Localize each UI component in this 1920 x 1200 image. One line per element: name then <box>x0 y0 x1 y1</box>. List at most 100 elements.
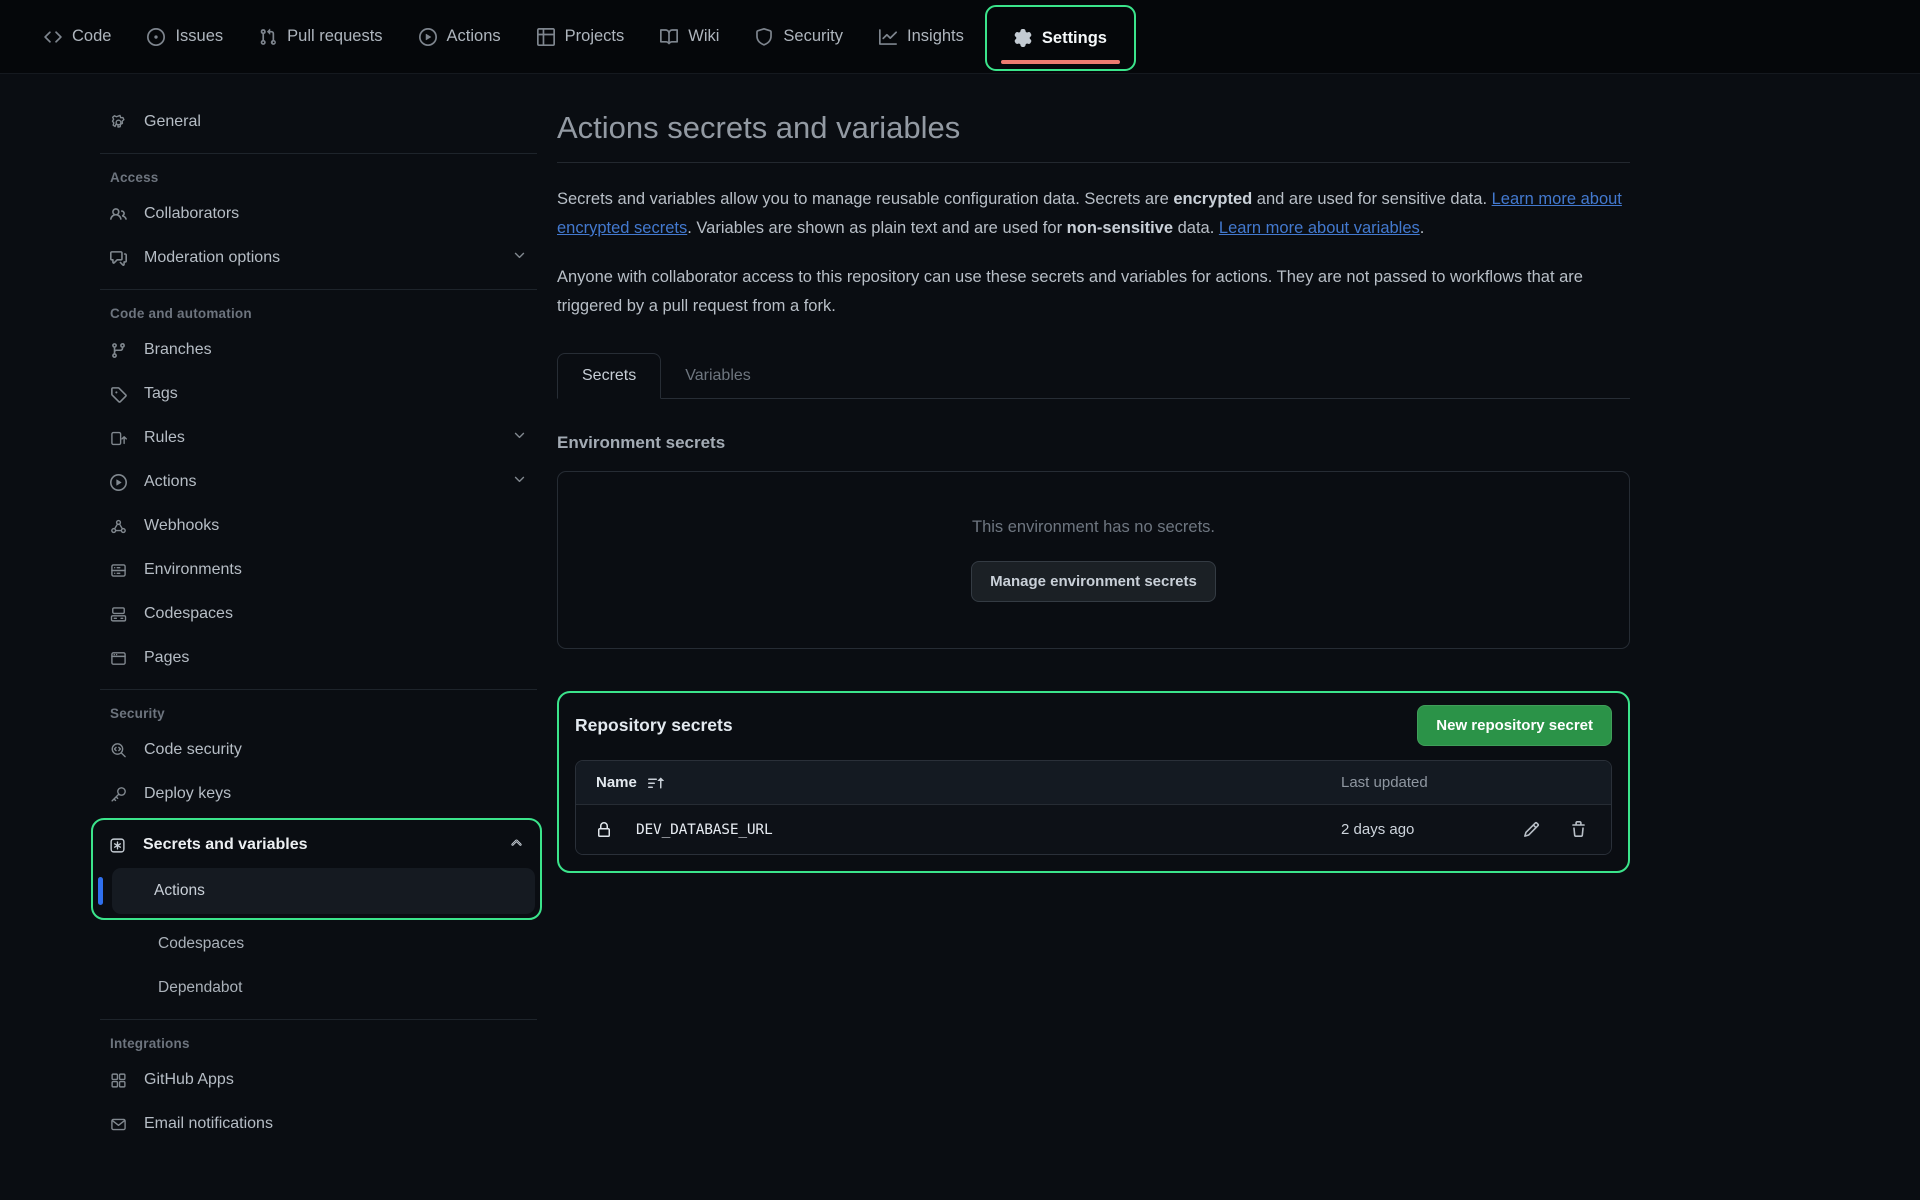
repository-settings-page: Code Issues Pull requests Actions Projec… <box>0 0 1920 1200</box>
mail-icon <box>110 1116 127 1133</box>
intro-text: data. <box>1173 219 1219 237</box>
sidebar-item-pages-label: Pages <box>144 649 189 667</box>
sidebar-item-rules-label: Rules <box>144 429 185 447</box>
sidebar-item-secrets-codespaces[interactable]: Codespaces <box>100 922 537 966</box>
tab-issues[interactable]: Issues <box>132 0 238 73</box>
intro-text: Secrets and variables allow you to manag… <box>557 190 1173 208</box>
tab-code[interactable]: Code <box>29 0 126 73</box>
sidebar-item-collaborators-label: Collaborators <box>144 205 239 223</box>
rules-icon <box>110 430 127 447</box>
repository-secrets-table: Name Last updated DEV_DATABASE_URL <box>575 760 1612 855</box>
tab-variables[interactable]: Variables <box>661 354 775 398</box>
intro-bold-non-sensitive: non-sensitive <box>1067 219 1173 237</box>
column-header-last-updated: Last updated <box>1341 774 1428 791</box>
intro-text: and are used for sensitive data. <box>1252 190 1491 208</box>
sidebar-divider <box>100 689 537 690</box>
tab-pull-requests[interactable]: Pull requests <box>244 0 397 73</box>
active-tab-underline <box>1001 60 1120 64</box>
sidebar-item-collaborators[interactable]: Collaborators <box>100 192 537 236</box>
tab-wiki-label: Wiki <box>688 27 719 46</box>
sidebar-item-deploy-keys-label: Deploy keys <box>144 785 231 803</box>
tab-wiki[interactable]: Wiki <box>645 0 734 73</box>
sidebar-item-webhooks[interactable]: Webhooks <box>100 504 537 548</box>
sidebar-divider <box>100 289 537 290</box>
sidebar-item-tags-label: Tags <box>144 385 178 403</box>
pencil-icon <box>1523 821 1540 838</box>
sidebar-item-github-apps[interactable]: GitHub Apps <box>100 1058 537 1102</box>
code-icon <box>44 28 62 46</box>
sidebar-item-github-apps-label: GitHub Apps <box>144 1071 234 1089</box>
sidebar-item-pages[interactable]: Pages <box>100 636 537 680</box>
sidebar-item-secrets-dependabot-label: Dependabot <box>158 979 242 997</box>
sidebar-item-deploy-keys[interactable]: Deploy keys <box>100 772 537 816</box>
tab-insights-label: Insights <box>907 27 964 46</box>
play-icon <box>110 474 127 491</box>
sidebar-item-secrets-actions-label: Actions <box>154 882 205 900</box>
intro-text: . <box>1420 219 1425 237</box>
tag-icon <box>110 386 127 403</box>
sidebar-item-actions[interactable]: Actions <box>100 460 537 504</box>
sidebar-item-general[interactable]: General <box>100 100 537 144</box>
chevron-up-icon <box>509 835 524 855</box>
page-body: General Access Collaborators Moderation … <box>0 74 1920 1200</box>
tab-settings[interactable]: Settings <box>1010 29 1111 48</box>
manage-environment-secrets-button[interactable]: Manage environment secrets <box>971 561 1216 602</box>
people-icon <box>110 206 127 223</box>
trash-icon <box>1570 821 1587 838</box>
sidebar-section-security: Security <box>100 706 537 721</box>
intro-paragraph-1: Secrets and variables allow you to manag… <box>557 185 1630 243</box>
sort-ascending-icon[interactable] <box>648 775 664 791</box>
sidebar-item-secrets-codespaces-label: Codespaces <box>158 935 244 953</box>
link-learn-more-variables[interactable]: Learn more about variables <box>1219 219 1420 237</box>
tab-projects-label: Projects <box>565 27 625 46</box>
repository-secrets-header: Repository secrets New repository secret <box>575 705 1612 746</box>
sidebar-item-codespaces-label: Codespaces <box>144 605 233 623</box>
sidebar-item-moderation-options-label: Moderation options <box>144 249 280 267</box>
tab-insights[interactable]: Insights <box>864 0 979 73</box>
sidebar-item-branches[interactable]: Branches <box>100 328 537 372</box>
edit-secret-button[interactable] <box>1523 821 1540 838</box>
lock-icon <box>596 822 612 838</box>
sidebar-item-moderation-options[interactable]: Moderation options <box>100 236 537 280</box>
tab-security[interactable]: Security <box>740 0 858 73</box>
sidebar-item-email-notifications-label: Email notifications <box>144 1115 273 1133</box>
key-icon <box>110 786 127 803</box>
sidebar-item-tags[interactable]: Tags <box>100 372 537 416</box>
sidebar-item-actions-label: Actions <box>144 473 196 491</box>
secret-last-updated: 2 days ago <box>1341 821 1414 838</box>
play-icon <box>419 28 437 46</box>
issue-opened-icon <box>147 28 165 46</box>
new-repository-secret-button[interactable]: New repository secret <box>1417 705 1612 746</box>
environment-secrets-empty-message: This environment has no secrets. <box>972 518 1215 537</box>
intro-bold-encrypted: encrypted <box>1173 190 1252 208</box>
sidebar-item-secrets-dependabot[interactable]: Dependabot <box>100 966 537 1010</box>
secrets-variables-tabs: Secrets Variables <box>557 353 1630 399</box>
intro-text: . Variables are shown as plain text and … <box>687 219 1066 237</box>
tab-projects[interactable]: Projects <box>522 0 640 73</box>
table-header-row: Name Last updated <box>576 761 1611 804</box>
sidebar-divider <box>100 153 537 154</box>
environment-secrets-panel: This environment has no secrets. Manage … <box>557 471 1630 649</box>
tab-secrets[interactable]: Secrets <box>557 353 661 399</box>
sidebar-item-environments[interactable]: Environments <box>100 548 537 592</box>
sidebar-item-rules[interactable]: Rules <box>100 416 537 460</box>
tab-actions[interactable]: Actions <box>404 0 516 73</box>
delete-secret-button[interactable] <box>1570 821 1587 838</box>
sidebar-item-email-notifications[interactable]: Email notifications <box>100 1102 537 1146</box>
sidebar-item-secrets-and-variables[interactable]: Secrets and variables <box>98 823 535 867</box>
secret-name: DEV_DATABASE_URL <box>636 822 772 838</box>
sidebar-item-code-security[interactable]: Code security <box>100 728 537 772</box>
chevron-down-icon <box>512 428 527 448</box>
sidebar-section-access: Access <box>100 170 537 185</box>
annotation-repository-secrets: Repository secrets New repository secret… <box>557 691 1630 873</box>
sidebar-divider <box>100 1019 537 1020</box>
sidebar-item-secrets-actions[interactable]: Actions <box>98 867 535 915</box>
sidebar-item-code-security-label: Code security <box>144 741 242 759</box>
tab-security-label: Security <box>783 27 843 46</box>
sidebar-section-code-and-automation: Code and automation <box>100 306 537 321</box>
sidebar-item-codespaces[interactable]: Codespaces <box>100 592 537 636</box>
git-pull-request-icon <box>259 28 277 46</box>
repository-secrets-heading: Repository secrets <box>575 715 733 736</box>
sidebar-section-integrations: Integrations <box>100 1036 537 1051</box>
page-title: Actions secrets and variables <box>557 110 1630 163</box>
